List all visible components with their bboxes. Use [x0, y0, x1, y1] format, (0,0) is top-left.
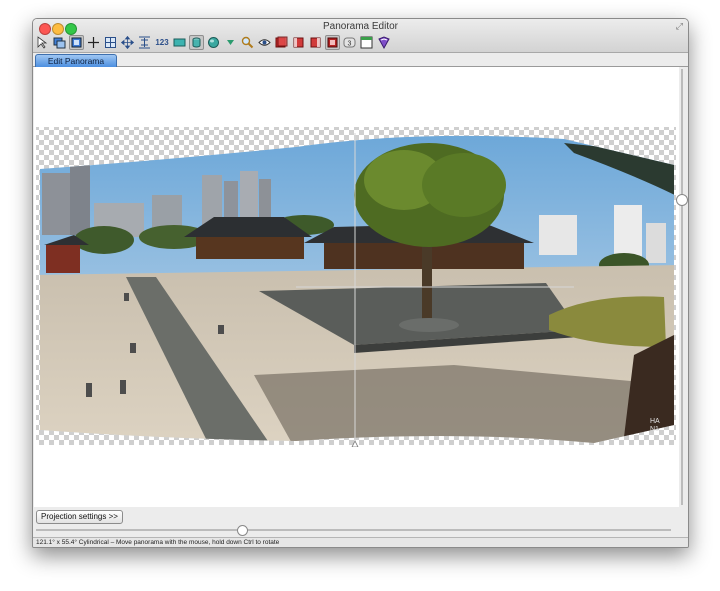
horizontal-slider-knob[interactable] — [237, 525, 248, 536]
panorama-editor-window: Panorama Editor ⤢ 123 3 Edit Panorama HA… — [32, 18, 689, 548]
red-frame-icon[interactable] — [325, 34, 340, 50]
status-bar: 121.1° x 55.4° Cylindrical – Move panora… — [33, 537, 688, 547]
crosshair-icon[interactable] — [86, 35, 101, 50]
open-images-icon[interactable] — [52, 35, 67, 50]
stitched-panorama-image — [40, 135, 674, 444]
panorama-preview[interactable]: HA N1 — [34, 125, 679, 447]
vertical-slider-track — [681, 69, 683, 505]
center-icon[interactable] — [103, 35, 118, 50]
red-stack-left-icon[interactable] — [291, 35, 306, 50]
svg-text:3: 3 — [348, 40, 352, 47]
tab-edit-panorama[interactable]: Edit Panorama — [35, 54, 117, 67]
magnifier-icon[interactable] — [240, 35, 255, 50]
tab-bar: Edit Panorama — [33, 53, 688, 67]
numbers-icon[interactable]: 123 — [154, 35, 170, 50]
horizontal-slider-track — [36, 529, 671, 531]
toolbar: 123 3 — [35, 34, 391, 50]
panorama-canvas[interactable]: HA N1 — [34, 67, 679, 507]
projection-settings-button[interactable]: Projection settings >> — [36, 510, 123, 524]
title-bar: Panorama Editor ⤢ 123 3 — [33, 19, 688, 53]
book-icon[interactable] — [376, 35, 391, 50]
window-title: Panorama Editor — [322, 21, 399, 32]
eye-icon[interactable] — [257, 35, 272, 50]
straighten-icon[interactable] — [172, 35, 187, 50]
cylinder-icon[interactable] — [189, 34, 204, 50]
select-pointer-icon[interactable] — [35, 35, 50, 50]
watermark-text: HA N1 — [650, 418, 660, 433]
vertical-slider-knob[interactable] — [676, 194, 688, 206]
badge-3-icon[interactable]: 3 — [342, 35, 357, 50]
red-stack-icon[interactable] — [274, 35, 289, 50]
fit-icon[interactable] — [137, 35, 152, 50]
horizontal-slider[interactable] — [36, 525, 671, 536]
layout-icon[interactable] — [359, 35, 374, 50]
preview-icon[interactable] — [69, 34, 84, 50]
vertical-slider[interactable] — [676, 67, 688, 507]
red-stack-right-icon[interactable] — [308, 35, 323, 50]
fullscreen-icon[interactable]: ⤢ — [676, 21, 683, 32]
dropdown-arrow-icon[interactable] — [223, 35, 238, 50]
sphere-icon[interactable] — [206, 35, 221, 50]
move-icon[interactable] — [120, 35, 135, 50]
